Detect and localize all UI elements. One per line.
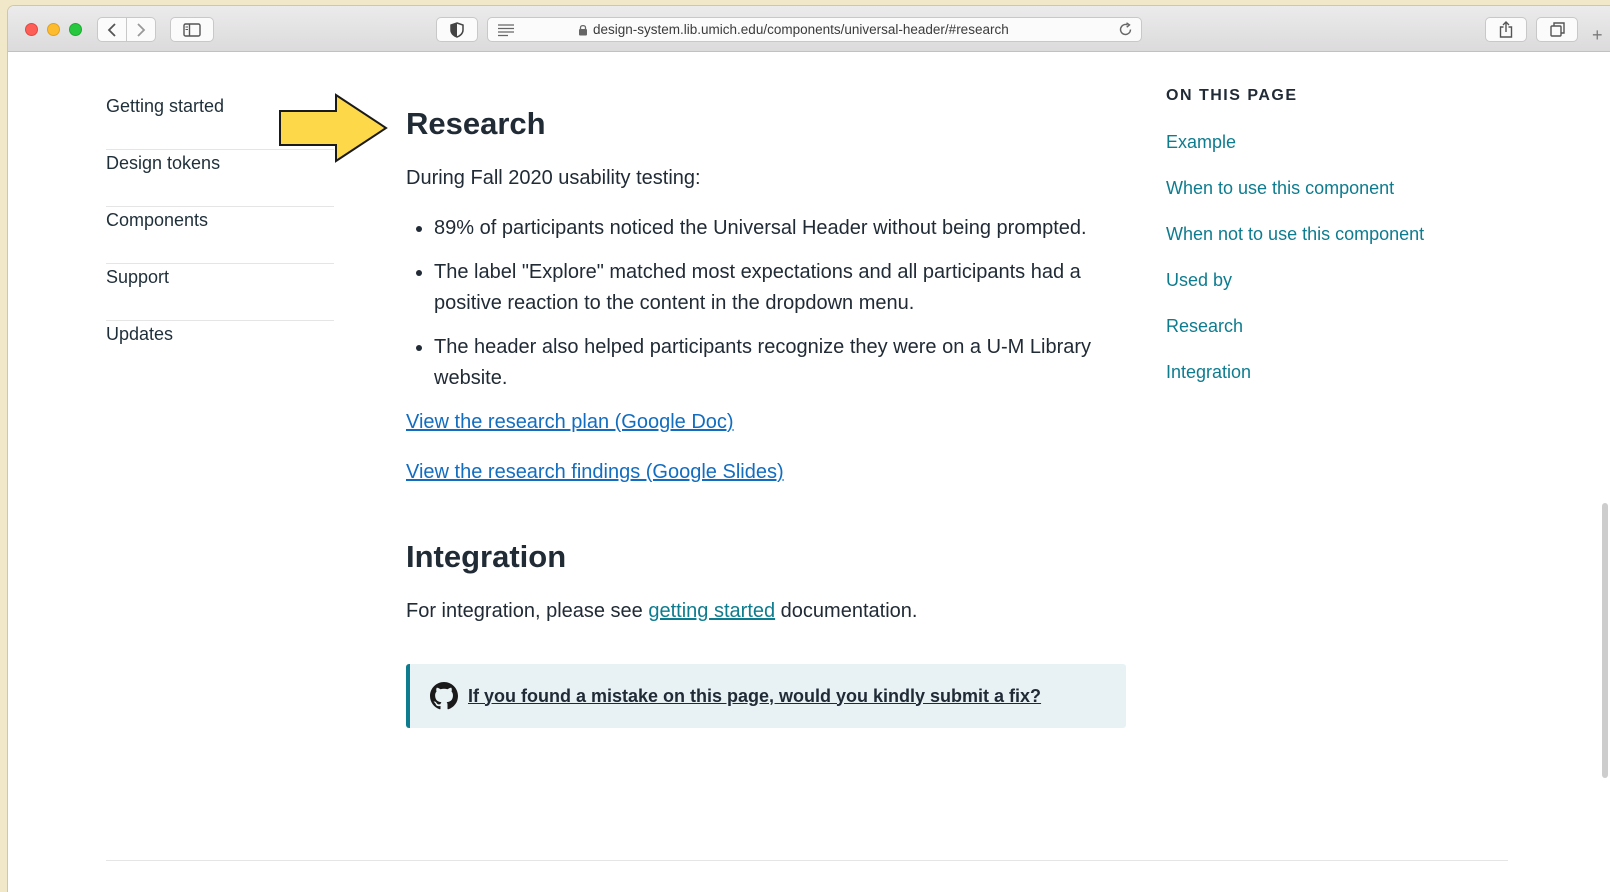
github-icon bbox=[430, 682, 458, 710]
share-icon bbox=[1499, 21, 1513, 38]
toc-link-example[interactable]: Example bbox=[1166, 131, 1486, 153]
toc-link-integration[interactable]: Integration bbox=[1166, 361, 1486, 383]
on-this-page-title: ON THIS PAGE bbox=[1166, 87, 1298, 104]
integration-text-after: documentation. bbox=[775, 600, 918, 622]
getting-started-link[interactable]: getting started bbox=[648, 600, 775, 622]
integration-heading: Integration bbox=[406, 539, 567, 574]
tab-overview-button[interactable] bbox=[1536, 17, 1578, 42]
new-tab-button[interactable]: + bbox=[1592, 26, 1603, 44]
toc-link-when-to-use[interactable]: When to use this component bbox=[1166, 177, 1486, 199]
lock-icon bbox=[579, 24, 587, 35]
minimize-window-button[interactable] bbox=[47, 23, 60, 36]
research-intro: During Fall 2020 usability testing: bbox=[406, 167, 701, 189]
nav-item-updates[interactable]: Updates bbox=[106, 321, 334, 378]
forward-button[interactable] bbox=[126, 17, 156, 42]
reader-view-icon[interactable] bbox=[497, 23, 515, 37]
page-content: Getting started Design tokens Components… bbox=[8, 53, 1610, 892]
footer-divider bbox=[106, 860, 1508, 861]
arrow-right-icon bbox=[279, 93, 388, 163]
research-findings-link[interactable]: View the research findings (Google Slide… bbox=[406, 457, 1126, 488]
nav-item-components[interactable]: Components bbox=[106, 207, 334, 264]
show-sidebar-button[interactable] bbox=[170, 17, 214, 42]
on-this-page-nav: ON THIS PAGE Example When to use this co… bbox=[1166, 87, 1486, 383]
reload-icon[interactable] bbox=[1118, 22, 1133, 37]
list-item: The header also helped participants reco… bbox=[434, 332, 1126, 394]
nav-item-support[interactable]: Support bbox=[106, 264, 334, 321]
submit-fix-callout: If you found a mistake on this page, wou… bbox=[406, 664, 1126, 728]
zoom-window-button[interactable] bbox=[69, 23, 82, 36]
submit-fix-link[interactable]: If you found a mistake on this page, wou… bbox=[468, 686, 1041, 707]
share-button[interactable] bbox=[1485, 17, 1527, 42]
back-button[interactable] bbox=[97, 17, 127, 42]
research-plan-link[interactable]: View the research plan (Google Doc) bbox=[406, 407, 1126, 438]
toc-link-research[interactable]: Research bbox=[1166, 315, 1486, 337]
url-display[interactable]: design-system.lib.umich.edu/components/u… bbox=[578, 18, 1009, 41]
toc-link-used-by[interactable]: Used by bbox=[1166, 269, 1486, 291]
list-item: 89% of participants noticed the Universa… bbox=[434, 213, 1126, 244]
url-text: design-system.lib.umich.edu/components/u… bbox=[593, 22, 1009, 37]
vertical-scrollbar[interactable] bbox=[1602, 503, 1608, 778]
sidebar-icon bbox=[183, 22, 201, 37]
integration-text-before: For integration, please see bbox=[406, 600, 649, 622]
browser-window: design-system.lib.umich.edu/components/u… bbox=[8, 6, 1610, 892]
main-content: Research During Fall 2020 usability test… bbox=[406, 105, 1126, 728]
browser-toolbar: design-system.lib.umich.edu/components/u… bbox=[8, 6, 1610, 52]
shield-icon bbox=[450, 21, 464, 38]
research-findings-list: 89% of participants noticed the Universa… bbox=[406, 213, 1126, 394]
chevron-right-icon bbox=[137, 22, 146, 37]
toc-link-when-not-to-use[interactable]: When not to use this component bbox=[1166, 223, 1486, 245]
list-item: The label "Explore" matched most expecta… bbox=[434, 257, 1126, 319]
tabs-icon bbox=[1549, 22, 1565, 37]
close-window-button[interactable] bbox=[25, 23, 38, 36]
integration-text: For integration, please see getting star… bbox=[406, 596, 1126, 627]
chevron-left-icon bbox=[107, 22, 116, 37]
research-heading: Research bbox=[406, 106, 546, 141]
address-bar[interactable]: design-system.lib.umich.edu/components/u… bbox=[487, 17, 1142, 42]
privacy-report-button[interactable] bbox=[436, 17, 478, 42]
